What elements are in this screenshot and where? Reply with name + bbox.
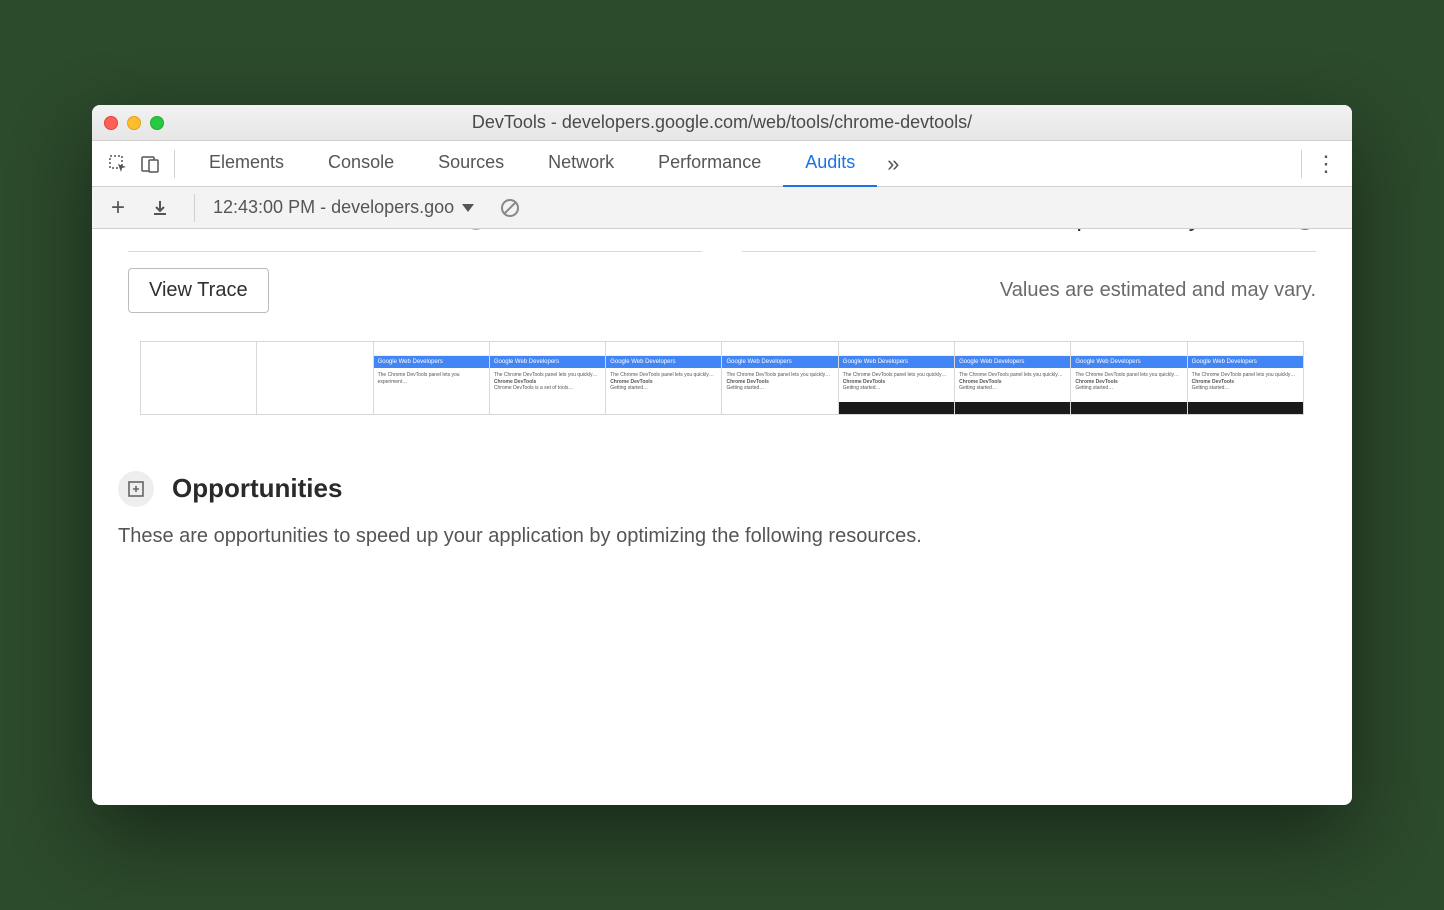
window-title: DevTools - developers.google.com/web/too…	[92, 112, 1352, 133]
filmstrip-frame[interactable]	[141, 342, 256, 414]
filmstrip-frame[interactable]: Google Web Developers The Chrome DevTool…	[605, 342, 721, 414]
warning-icon: !	[465, 229, 487, 230]
filmstrip-frame[interactable]: Google Web Developers The Chrome DevTool…	[721, 342, 837, 414]
opportunities-title: Opportunities	[172, 473, 342, 504]
tab-sources[interactable]: Sources	[416, 140, 526, 188]
divider	[742, 251, 1316, 252]
divider	[1301, 150, 1302, 178]
titlebar: DevTools - developers.google.com/web/too…	[92, 105, 1352, 141]
filmstrip-frame[interactable]: Google Web Developers The Chrome DevTool…	[1070, 342, 1186, 414]
opportunities-description: These are opportunities to speed up your…	[118, 525, 1326, 548]
filmstrip: Google Web Developers The Chrome DevTool…	[140, 341, 1304, 415]
audit-selector[interactable]: 12:43:00 PM - developers.goo	[213, 197, 474, 218]
view-trace-button[interactable]: View Trace	[128, 268, 269, 313]
audits-content: Time to Interactive 7,180 ms ! Estimated…	[92, 229, 1352, 805]
divider	[174, 150, 175, 178]
dropdown-icon	[462, 204, 474, 212]
opportunities-header: Opportunities	[118, 471, 1326, 507]
audit-selector-label: 12:43:00 PM - developers.goo	[213, 197, 454, 218]
filmstrip-frame[interactable]: Google Web Developers The Chrome DevTool…	[954, 342, 1070, 414]
tab-audits[interactable]: Audits	[783, 140, 877, 188]
new-audit-icon[interactable]: +	[102, 192, 134, 224]
filmstrip-frame[interactable]: Google Web Developers The Chrome DevTool…	[489, 342, 605, 414]
filmstrip-frame[interactable]	[256, 342, 372, 414]
estimation-note: Values are estimated and may vary.	[1000, 279, 1316, 302]
tab-console[interactable]: Console	[306, 140, 416, 188]
kebab-menu-icon[interactable]: ⋮	[1310, 148, 1342, 180]
panel-tabs: Elements Console Sources Network Perform…	[187, 140, 877, 188]
divider	[194, 194, 195, 222]
audits-toolbar: + 12:43:00 PM - developers.goo	[92, 187, 1352, 229]
opportunities-icon	[118, 471, 154, 507]
devtools-tabbar: Elements Console Sources Network Perform…	[92, 141, 1352, 187]
download-icon[interactable]	[144, 192, 176, 224]
filmstrip-frame[interactable]: Google Web Developers The Chrome DevTool…	[1187, 342, 1303, 414]
filmstrip-frame[interactable]: Google Web Developers The Chrome DevTool…	[838, 342, 954, 414]
clear-icon[interactable]	[494, 192, 526, 224]
inspect-element-icon[interactable]	[102, 148, 134, 180]
tab-network[interactable]: Network	[526, 140, 636, 188]
filmstrip-frame[interactable]: Google Web Developers The Chrome DevTool…	[373, 342, 489, 414]
tab-elements[interactable]: Elements	[187, 140, 306, 188]
devtools-window: DevTools - developers.google.com/web/too…	[92, 105, 1352, 805]
trace-row: View Trace Values are estimated and may …	[110, 268, 1334, 313]
opportunities-section: Opportunities These are opportunities to…	[110, 471, 1334, 548]
more-tabs-icon[interactable]: »	[877, 148, 909, 180]
device-toggle-icon[interactable]	[134, 148, 166, 180]
tab-performance[interactable]: Performance	[636, 140, 783, 188]
divider	[128, 251, 702, 252]
pass-icon: ✓	[1294, 229, 1316, 230]
